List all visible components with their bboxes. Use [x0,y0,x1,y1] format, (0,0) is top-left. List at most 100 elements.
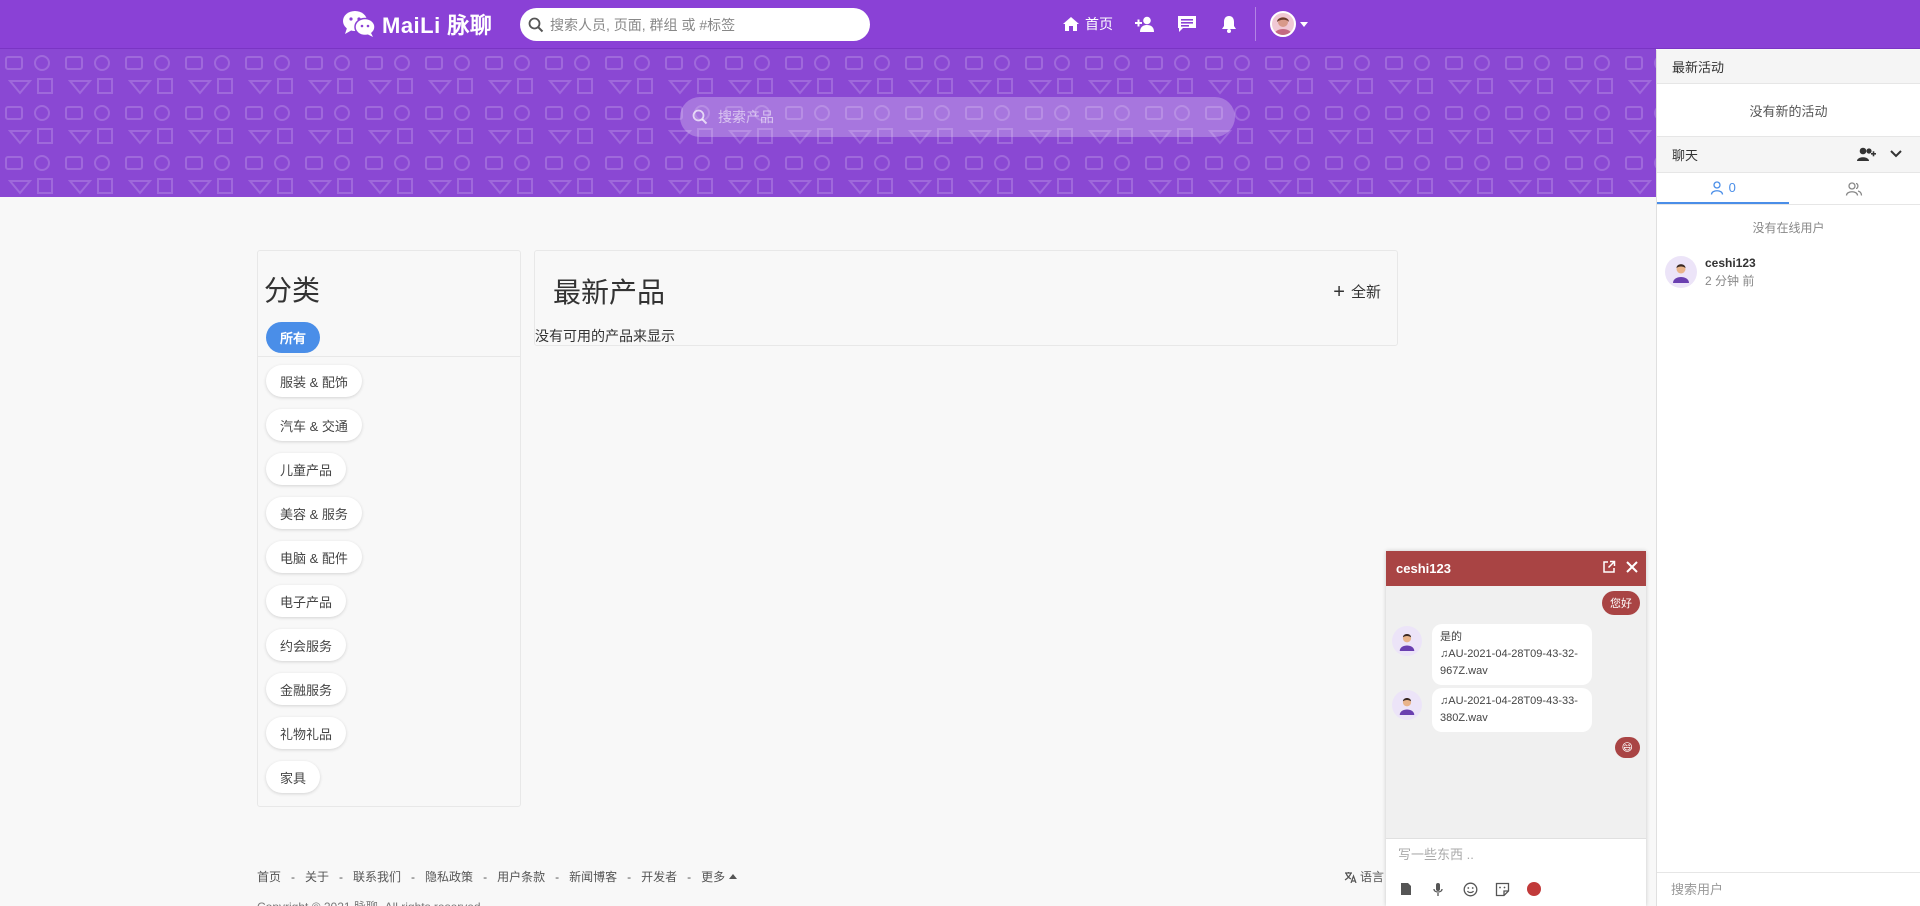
footer-link-developers[interactable]: 开发者 [641,868,677,885]
activity-header: 最新活动 [1657,50,1920,84]
audio-file-name: AU-2021-04-28T09-43-33-380Z.wav [1440,695,1578,724]
home-link[interactable]: 首页 [1062,14,1113,34]
products-panel: 最新产品 + 全新 没有可用的产品来显示 [534,250,1398,346]
chat-messages: 您好 是的 ♫AU-2021-04-28T09-43-32-967Z.wav ♫… [1386,586,1646,838]
user-last-seen: 2 分钟 前 [1705,273,1755,288]
category-chip[interactable]: 儿童产品 [266,453,347,485]
chat-message-input[interactable] [1398,847,1628,862]
incoming-message: ♫AU-2021-04-28T09-43-33-380Z.wav [1392,688,1592,732]
sticker-icon[interactable] [1494,881,1510,897]
language-label: 语言 [1360,870,1385,884]
user-avatar [1270,11,1296,37]
nav-divider [1255,7,1256,41]
message-text: 是的 [1440,631,1462,643]
user-search [1657,872,1920,906]
footer-link-privacy[interactable]: 隐私政策 [425,868,473,885]
right-sidebar: 最新活动 没有新的活动 聊天 0 没有在线用户 ceshi123 2 分钟 前 [1656,50,1920,906]
home-label: 首页 [1085,16,1113,32]
footer-more-button[interactable]: 更多 [701,868,738,885]
footer-links: 首页 - 关于 - 联系我们 - 隐私政策 - 用户条款 - 新闻博客 - 开发者 - 更多 [257,868,738,885]
friend-requests-button[interactable] [1133,12,1157,36]
category-chip[interactable]: 约会服务 [266,629,347,661]
search-icon [692,109,708,125]
avatar [1665,256,1697,288]
category-chip[interactable]: 电脑 & 配件 [266,541,362,573]
add-group-icon[interactable] [1854,147,1876,161]
global-search-input[interactable] [550,16,850,33]
composer-tools [1398,881,1558,897]
my-message-bubble: 您好 [1602,591,1640,615]
no-activity-text: 没有新的活动 [1749,103,1828,119]
user-menu[interactable] [1270,11,1308,37]
my-emoji-bubble: 😄 [1614,737,1640,758]
footer-more-label: 更多 [701,870,726,884]
footer-link-blog[interactable]: 新闻博客 [569,868,617,885]
top-navbar: MaiLi 脉聊 首页 [0,0,1920,49]
audio-file-name: AU-2021-04-28T09-43-32-967Z.wav [1440,648,1578,677]
audio-attachment[interactable]: ♫AU-2021-04-28T09-43-32-967Z.wav [1440,646,1584,680]
chat-title: 聊天 [1672,148,1699,163]
music-note-icon: ♫ [1440,648,1449,660]
messages-button[interactable] [1175,12,1199,36]
footer-link-terms[interactable]: 用户条款 [497,868,545,885]
user-search-input[interactable] [1671,882,1901,897]
footer-link-home[interactable]: 首页 [257,868,281,885]
new-product-label: 全新 [1350,284,1381,301]
record-dot-icon [1527,882,1541,896]
external-link-icon[interactable] [1602,560,1616,574]
categories-panel: 分类 所有 服装 & 配饰 汽车 & 交通 儿童产品 美容 & 服务 电脑 & … [257,250,521,807]
logo[interactable]: MaiLi 脉聊 [342,8,492,40]
category-list: 服装 & 配饰 汽车 & 交通 儿童产品 美容 & 服务 电脑 & 配件 电子产… [266,365,362,805]
message-bubble: 是的 ♫AU-2021-04-28T09-43-32-967Z.wav [1432,624,1592,685]
tab-online-users[interactable]: 0 [1657,173,1789,204]
emoji-icon[interactable] [1462,881,1478,897]
attach-file-icon[interactable] [1398,881,1414,897]
chevron-down-icon[interactable] [1890,150,1902,158]
tab-groups[interactable] [1789,173,1920,204]
search-icon [528,17,544,32]
close-icon[interactable] [1626,561,1638,573]
footer-link-contact[interactable]: 联系我们 [353,868,401,885]
music-note-icon: ♫ [1440,695,1449,707]
chat-window-title: ceshi123 [1396,561,1451,576]
empty-products-message: 没有可用的产品来显示 [535,328,675,344]
message-bubble: ♫AU-2021-04-28T09-43-33-380Z.wav [1432,688,1592,732]
new-product-button[interactable]: + 全新 [1333,281,1381,302]
product-search-input[interactable] [718,109,1198,125]
chevron-down-icon [1300,21,1308,27]
user-icon [1710,180,1723,195]
chat-window-header[interactable]: ceshi123 [1386,551,1646,586]
categories-title: 分类 [264,275,321,306]
category-chip[interactable]: 美容 & 服务 [266,497,362,529]
microphone-icon[interactable] [1430,881,1446,897]
category-chip[interactable]: 礼物礼品 [266,717,347,749]
product-search-bar [680,97,1235,137]
audio-attachment[interactable]: ♫AU-2021-04-28T09-43-33-380Z.wav [1440,693,1584,727]
divider [258,356,520,357]
chat-window: ceshi123 您好 是的 ♫AU-2021-04-28T09-43-32-9… [1386,551,1646,906]
avatar [1392,690,1422,720]
add-person-icon [1135,16,1154,32]
category-chip[interactable]: 汽车 & 交通 [266,409,362,441]
record-button[interactable] [1526,881,1542,897]
chat-user-item[interactable]: ceshi123 2 分钟 前 [1657,249,1920,295]
chat-composer [1386,838,1646,906]
user-name: ceshi123 [1705,255,1756,270]
chat-tabs: 0 [1657,173,1920,205]
plus-icon: + [1333,280,1345,303]
category-all-button[interactable]: 所有 [266,322,321,353]
category-chip[interactable]: 家具 [266,761,321,793]
translate-icon [1344,871,1357,883]
nav-actions: 首页 [1062,0,1308,48]
users-icon [1846,181,1863,196]
message-icon [1178,16,1196,32]
chevron-up-icon [729,874,738,879]
notifications-button[interactable] [1217,12,1241,36]
online-count: 0 [1728,180,1736,195]
category-chip[interactable]: 电子产品 [266,585,347,617]
category-chip[interactable]: 服装 & 配饰 [266,365,362,397]
top-search-bar [520,8,870,41]
language-selector[interactable]: 语言 [1344,868,1384,885]
footer-link-about[interactable]: 关于 [305,868,329,885]
category-chip[interactable]: 金融服务 [266,673,347,705]
